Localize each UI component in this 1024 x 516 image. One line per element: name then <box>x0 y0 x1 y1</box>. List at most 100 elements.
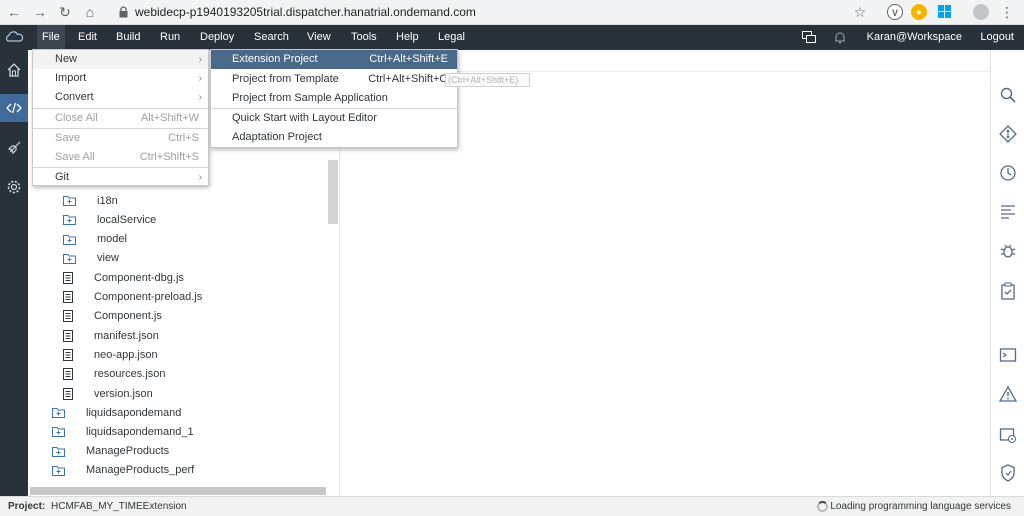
new-menu-item-adaptation-project[interactable]: Adaptation Project <box>211 128 457 147</box>
file-menu-item-save-all[interactable]: Save All Ctrl+Shift+S <box>33 148 208 167</box>
file-menu-item-label: Close All <box>55 112 98 124</box>
menu-view[interactable]: View <box>302 25 336 50</box>
tree-scrollbar[interactable] <box>328 160 338 224</box>
new-menu-shortcut: Ctrl+Alt+Shift+O <box>368 73 448 85</box>
tree-file-row[interactable]: neo-app.json <box>63 345 158 364</box>
git-icon[interactable] <box>999 125 1017 143</box>
file-dropdown-menu: New › Import › Convert › Close All Alt+S… <box>32 49 209 186</box>
file-menu-item-label: Git <box>55 171 70 183</box>
left-activity-bar <box>0 50 28 496</box>
new-menu-item-label: Adaptation Project <box>232 131 322 143</box>
file-icon <box>63 310 82 323</box>
tree-file-row[interactable]: Component-preload.js <box>63 288 202 307</box>
more-menu-icon[interactable]: ⋮ <box>998 3 1016 21</box>
file-menu-shortcut: Ctrl+S <box>168 132 199 144</box>
file-menu-item-save[interactable]: Save Ctrl+S <box>33 129 208 148</box>
menu-edit[interactable]: Edit <box>73 25 102 50</box>
code-editor-icon[interactable] <box>0 94 28 122</box>
tree-folder-row[interactable]: liquidsapondemand <box>52 403 181 422</box>
tree-item-label: model <box>97 233 127 246</box>
file-menu-item-label: Save All <box>55 151 95 163</box>
file-icon <box>63 291 82 303</box>
file-icon <box>63 387 82 400</box>
address-bar[interactable]: webidecp-p1940193205trial.dispatcher.han… <box>135 5 476 19</box>
new-menu-item-label: Project from Sample Application <box>232 92 388 104</box>
new-menu-item-extension-project[interactable]: Extension Project Ctrl+Alt+Shift+E <box>211 50 457 69</box>
menu-file[interactable]: File <box>37 25 65 50</box>
history-icon[interactable] <box>999 164 1017 182</box>
file-menu-item-new[interactable]: New › <box>33 50 208 69</box>
file-menu-item-close-all[interactable]: Close All Alt+Shift+W <box>33 109 208 128</box>
tree-folder-row[interactable]: ManageProducts_perf <box>52 461 194 480</box>
console-icon[interactable] <box>999 346 1017 364</box>
debug-icon[interactable] <box>999 242 1017 260</box>
menu-search[interactable]: Search <box>249 25 294 50</box>
folder-icon <box>63 253 85 264</box>
file-menu-item-import[interactable]: Import › <box>33 69 208 88</box>
tree-folder-row[interactable]: i18n <box>63 191 118 210</box>
tree-folder-row[interactable]: localService <box>63 210 156 229</box>
new-menu-item-label: Project from Template <box>232 73 339 85</box>
tree-item-label: neo-app.json <box>94 348 158 361</box>
clipboard-icon[interactable] <box>999 282 1017 300</box>
extension-glasses-icon[interactable]: ● <box>911 4 927 20</box>
menu-deploy[interactable]: Deploy <box>195 25 239 50</box>
menu-build[interactable]: Build <box>111 25 145 50</box>
tree-horizontal-scrollbar[interactable] <box>30 487 326 495</box>
file-menu-item-git[interactable]: Git › <box>33 168 208 187</box>
logout-button[interactable]: Logout <box>980 25 1014 50</box>
menu-legal[interactable]: Legal <box>433 25 470 50</box>
ide-menubar: File Edit Build Run Deploy Search View T… <box>0 25 1024 50</box>
star-icon[interactable]: ☆ <box>851 3 869 21</box>
shield-icon[interactable] <box>999 464 1017 482</box>
back-icon[interactable]: ← <box>5 3 23 21</box>
tree-item-label: view <box>97 252 120 265</box>
chevron-right-icon: › <box>198 73 202 84</box>
browser-toolbar: ← → ↻ ⌂ webidecp-p1940193205trial.dispat… <box>0 0 1024 25</box>
tree-file-row[interactable]: manifest.json <box>63 326 159 345</box>
tree-file-row[interactable]: Component-dbg.js <box>63 268 184 287</box>
reload-icon[interactable]: ↻ <box>56 3 74 21</box>
tree-file-row[interactable]: version.json <box>63 384 153 403</box>
tree-folder-row[interactable]: view <box>63 249 119 268</box>
home-icon[interactable]: ⌂ <box>81 3 99 21</box>
extension-v-icon[interactable]: V <box>887 4 903 20</box>
new-menu-item-quick-start[interactable]: Quick Start with Layout Editor <box>211 109 457 128</box>
file-icon <box>63 368 82 381</box>
tree-item-label: version.json <box>94 387 153 400</box>
file-menu-item-label: Import <box>55 72 87 84</box>
menu-run[interactable]: Run <box>155 25 185 50</box>
file-menu-item-convert[interactable]: Convert › <box>33 88 208 107</box>
chat-icon[interactable] <box>802 31 816 44</box>
menu-help[interactable]: Help <box>391 25 424 50</box>
new-menu-item-project-from-sample[interactable]: Project from Sample Application <box>211 89 457 108</box>
warning-icon[interactable] <box>999 385 1017 403</box>
rocket-icon[interactable] <box>0 134 28 162</box>
status-bar: Project: HCMFAB_MY_TIMEExtension Loading… <box>0 496 1024 516</box>
new-menu-shortcut: Ctrl+Alt+Shift+E <box>369 53 448 65</box>
folder-icon <box>52 465 74 476</box>
forward-icon[interactable]: → <box>31 3 49 21</box>
outline-icon[interactable] <box>999 203 1017 221</box>
windows-icon[interactable] <box>938 5 951 18</box>
home-icon[interactable] <box>0 56 28 84</box>
new-menu-item-project-from-template[interactable]: Project from Template Ctrl+Alt+Shift+O <box>211 70 457 89</box>
chevron-right-icon: › <box>198 54 202 65</box>
tree-file-row[interactable]: resources.json <box>63 365 166 384</box>
file-menu-item-label: Save <box>55 132 81 144</box>
run-configuration-icon[interactable] <box>999 426 1017 444</box>
tree-folder-row[interactable]: model <box>63 230 127 249</box>
menu-tools[interactable]: Tools <box>346 25 382 50</box>
user-name[interactable]: Karan@Workspace <box>867 25 962 50</box>
tree-item-label: Component.js <box>94 310 162 323</box>
search-icon[interactable] <box>999 86 1017 104</box>
bell-icon[interactable] <box>834 31 846 44</box>
cloud-logo-icon[interactable] <box>0 25 28 50</box>
folder-icon <box>63 234 85 245</box>
tree-file-row[interactable]: Component.js <box>63 307 162 326</box>
profile-avatar[interactable] <box>973 4 989 20</box>
tree-folder-row[interactable]: ManageProducts <box>52 442 169 461</box>
tree-folder-row[interactable]: liquidsapondemand_1 <box>52 422 194 441</box>
settings-icon[interactable] <box>0 173 28 201</box>
right-toolbar <box>990 50 1024 496</box>
